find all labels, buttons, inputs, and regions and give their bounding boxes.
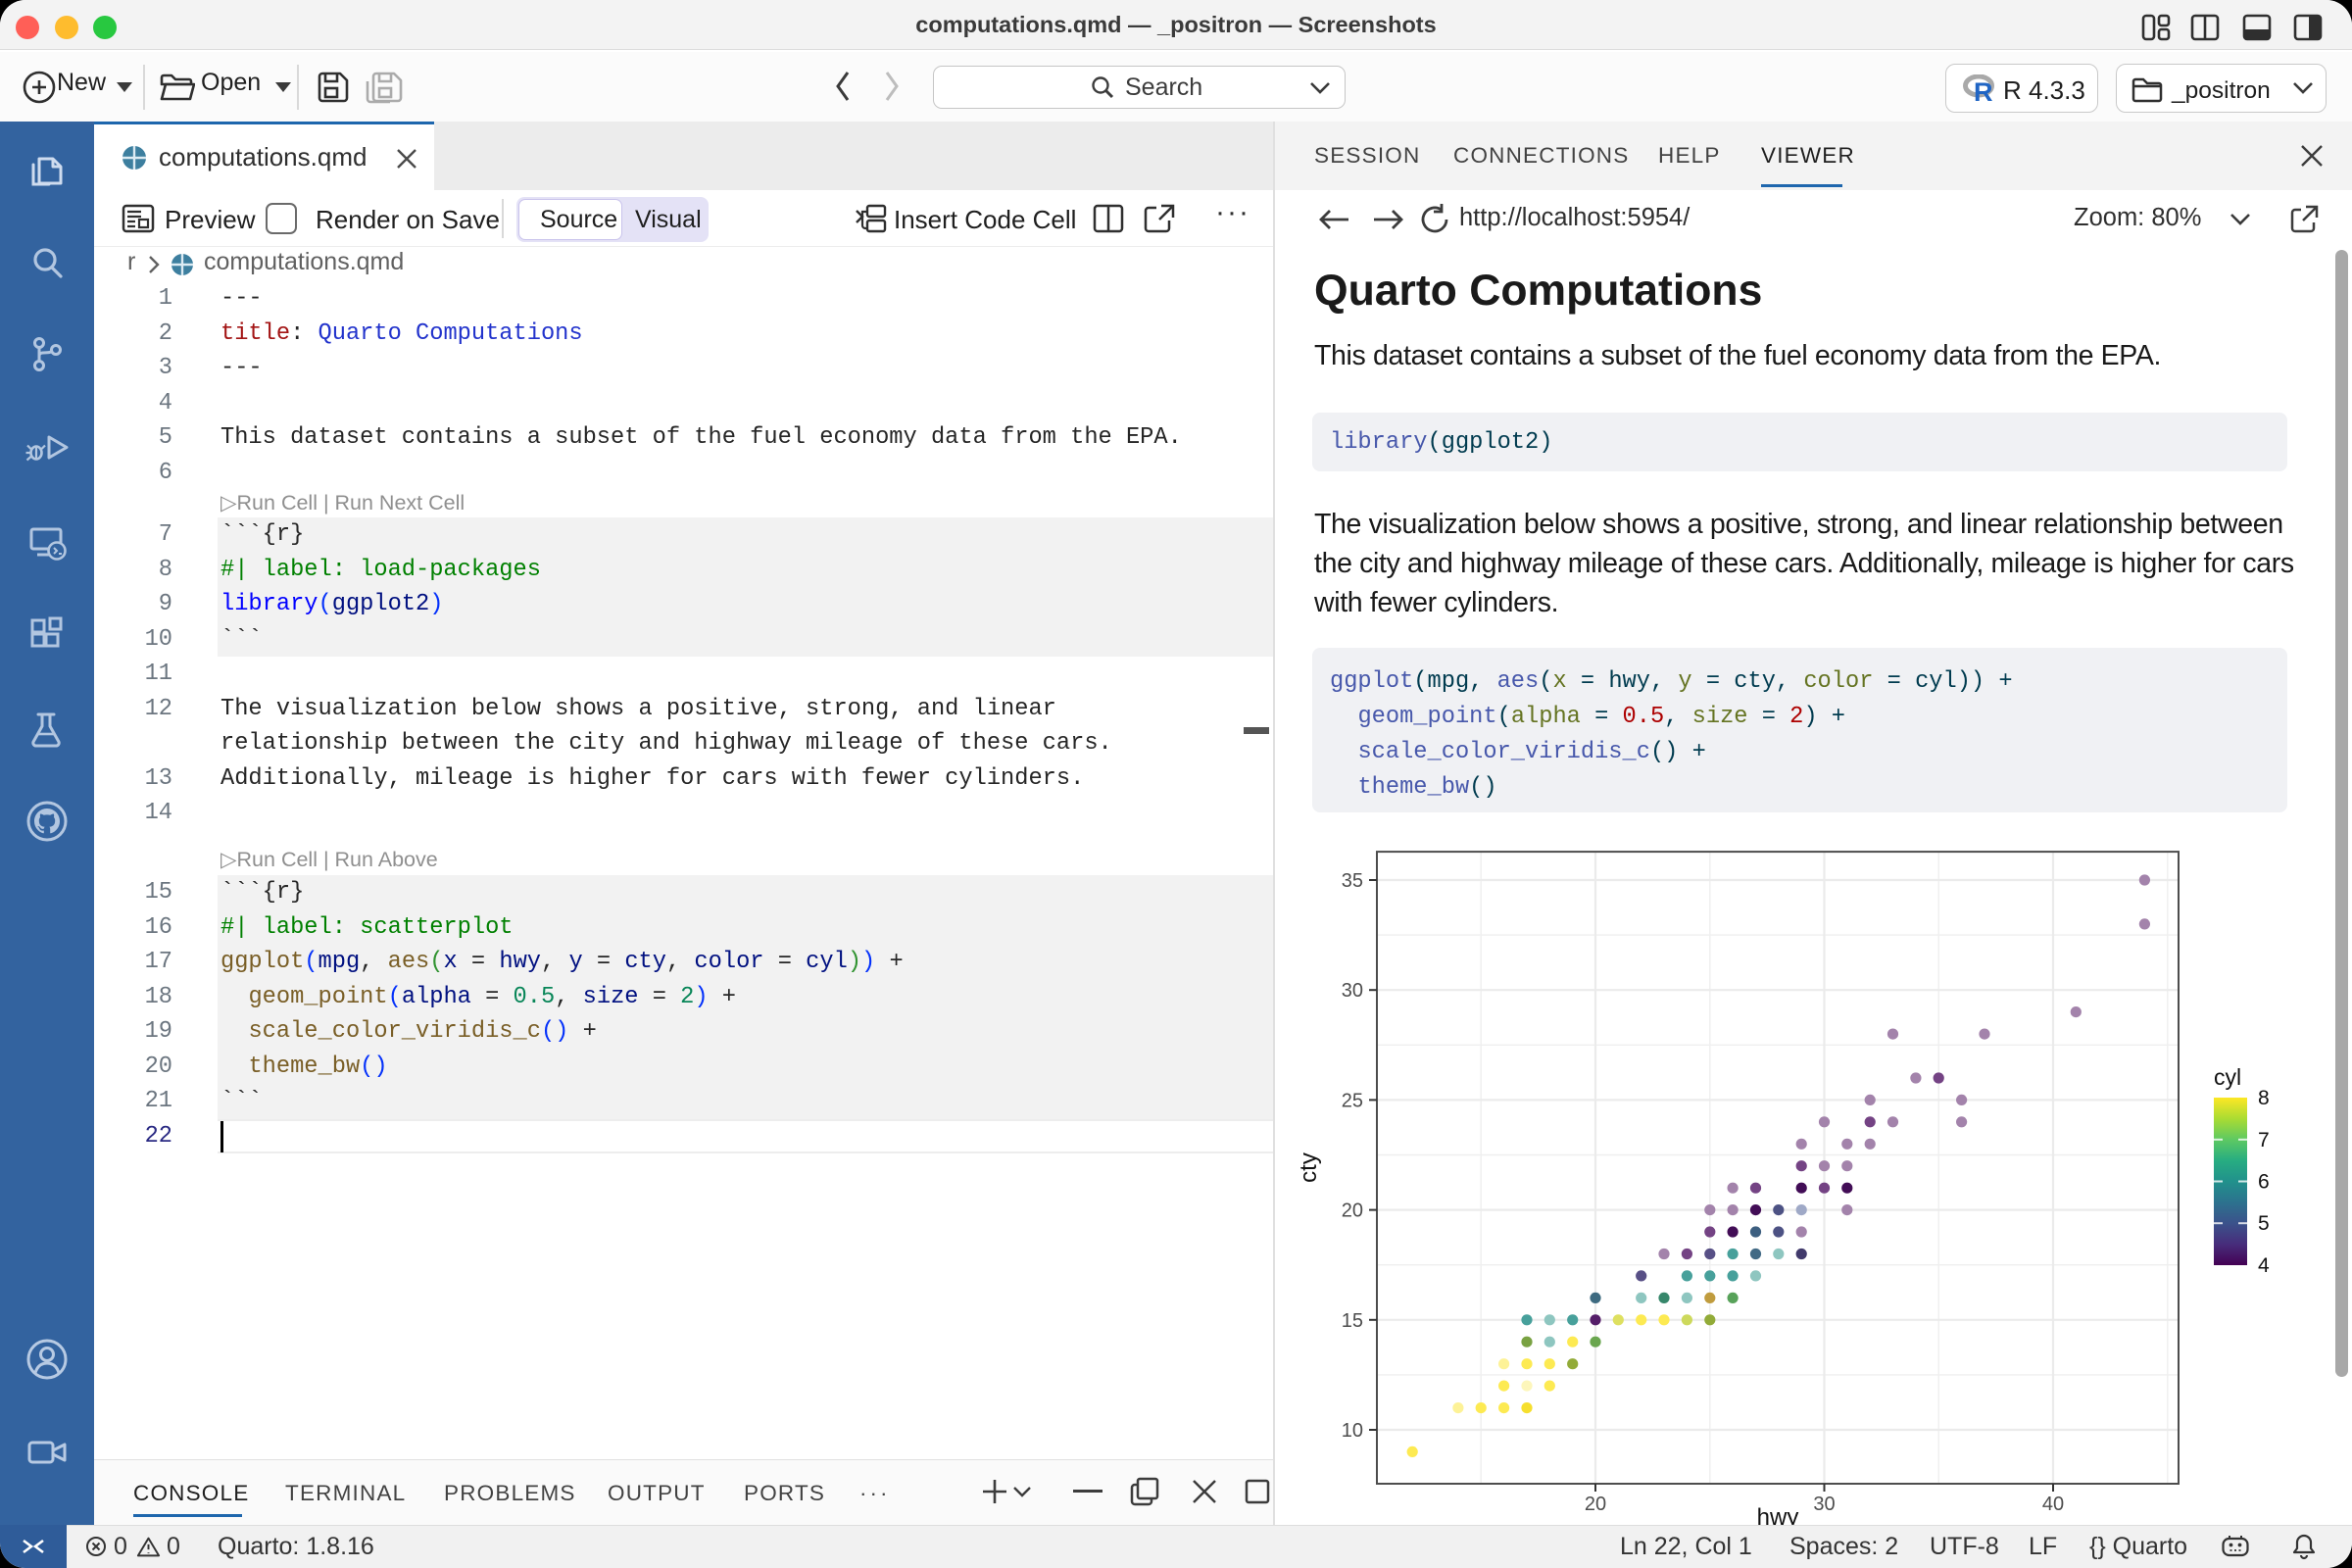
svg-text:20: 20 — [1342, 1200, 1363, 1222]
svg-text:cyl: cyl — [2214, 1064, 2241, 1090]
svg-text:30: 30 — [1342, 980, 1363, 1002]
svg-text:cty: cty — [1296, 1152, 1322, 1183]
svg-text:7: 7 — [2258, 1129, 2270, 1152]
svg-text:30: 30 — [1813, 1494, 1835, 1515]
svg-text:R: R — [1974, 77, 1993, 102]
svg-text:4: 4 — [2258, 1254, 2270, 1277]
svg-text:35: 35 — [1342, 870, 1363, 892]
svg-text:10: 10 — [1342, 1420, 1363, 1442]
svg-text:25: 25 — [1342, 1090, 1363, 1111]
svg-text:40: 40 — [2042, 1494, 2064, 1515]
svg-text:8: 8 — [2258, 1087, 2270, 1109]
svg-text:5: 5 — [2258, 1212, 2270, 1235]
svg-text:6: 6 — [2258, 1171, 2270, 1194]
svg-text:20: 20 — [1585, 1494, 1606, 1515]
svg-text:15: 15 — [1342, 1310, 1363, 1332]
